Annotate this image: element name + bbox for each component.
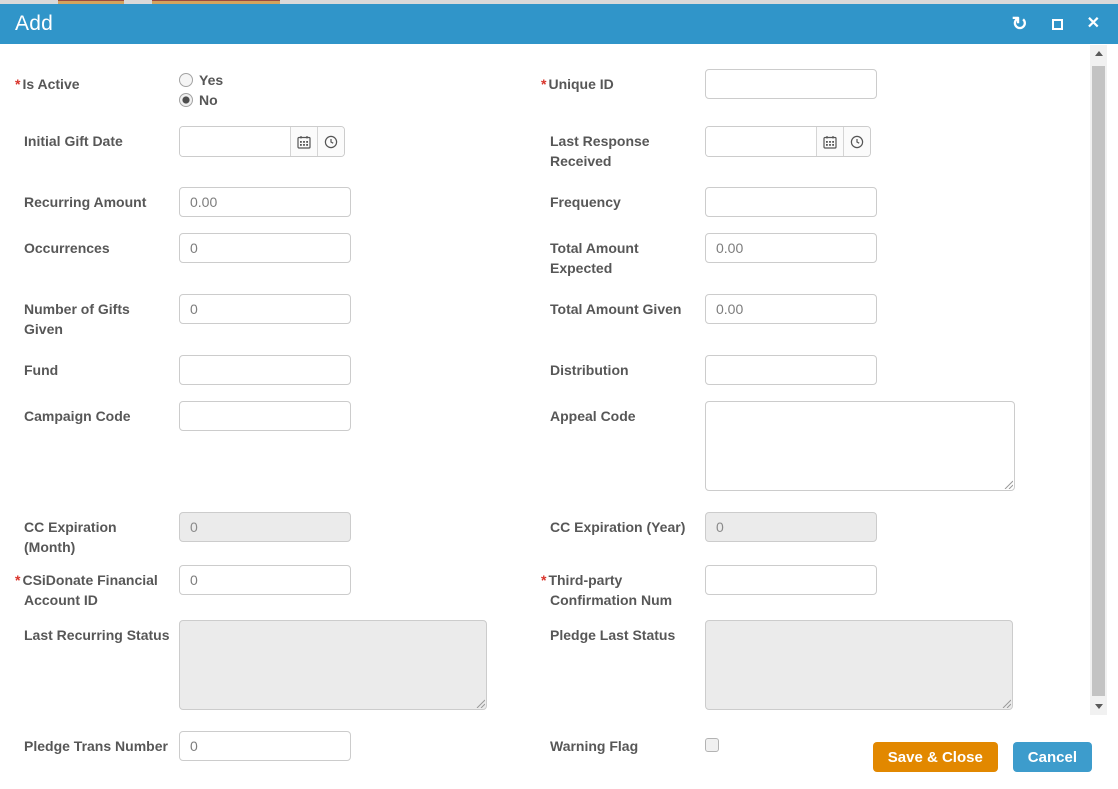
radio-label-no: No [199,92,218,108]
field-label-total-amount-given: Total Amount Given [540,294,705,319]
total-amount-given-input[interactable] [705,294,877,324]
field-label-distribution: Distribution [540,355,705,380]
close-icon[interactable]: ✕ [1087,16,1100,32]
field-label-last-recurring-status: Last Recurring Status [14,620,179,645]
initial-gift-date-group [179,126,345,157]
is-active-radio-group: Yes No [179,69,540,110]
number-of-gifts-given-input[interactable] [179,294,351,324]
clock-icon [324,135,338,149]
last-response-received-calendar-button[interactable] [816,127,843,156]
field-label-pledge-last-status: Pledge Last Status [540,620,705,645]
scrollbar-up-button[interactable] [1090,45,1107,62]
last-response-received-time-button[interactable] [843,127,870,156]
last-response-received-group [705,126,871,157]
is-active-radio-yes[interactable] [179,73,193,87]
fund-input[interactable] [179,355,351,385]
clock-icon [850,135,864,149]
modal-header: Add ↻ ✕ [0,4,1118,44]
add-form: *Is Active Yes No *Unique ID [14,44,1076,777]
vertical-scrollbar[interactable] [1090,45,1107,715]
refresh-icon[interactable]: ↻ [1012,15,1028,34]
field-label-initial-gift-date: Initial Gift Date [14,126,179,151]
field-label-number-of-gifts-given: Number of Gifts Given [14,294,179,339]
field-label-pledge-trans-number: Pledge Trans Number [14,731,179,756]
campaign-code-input[interactable] [179,401,351,431]
third-party-confirmation-num-input[interactable] [705,565,877,595]
last-response-received-input[interactable] [706,127,816,156]
distribution-input[interactable] [705,355,877,385]
required-marker: * [15,76,20,92]
warning-flag-checkbox[interactable] [705,738,719,752]
footer-actions: Save & Close Cancel [873,742,1092,772]
field-label-occurrences: Occurrences [14,233,179,258]
initial-gift-date-input[interactable] [180,127,290,156]
cc-expiration-year-input [705,512,877,542]
modal-title: Add [0,12,53,36]
appeal-code-textarea[interactable] [705,401,1015,491]
required-marker: * [541,76,546,92]
maximize-icon[interactable] [1052,19,1063,30]
field-label-unique-id: *Unique ID [540,69,705,94]
recurring-amount-input[interactable] [179,187,351,217]
scrollbar-thumb[interactable] [1092,66,1105,696]
triangle-up-icon [1095,51,1103,56]
initial-gift-date-calendar-button[interactable] [290,127,317,156]
last-recurring-status-textarea [179,620,487,710]
calendar-icon [823,135,837,149]
calendar-icon [297,135,311,149]
field-label-warning-flag: Warning Flag [540,731,705,756]
is-active-radio-no[interactable] [179,93,193,107]
save-and-close-button[interactable]: Save & Close [873,742,998,772]
occurrences-input[interactable] [179,233,351,263]
frequency-input[interactable] [705,187,877,217]
csidonate-financial-account-id-input[interactable] [179,565,351,595]
cancel-button[interactable]: Cancel [1013,742,1092,772]
field-label-last-response-received: Last Response Received [540,126,705,171]
required-marker: * [15,572,20,588]
total-amount-expected-input[interactable] [705,233,877,263]
field-label-csidonate-financial-account-id: *CSiDonate Financial Account ID [14,565,179,610]
initial-gift-date-time-button[interactable] [317,127,344,156]
radio-label-yes: Yes [199,72,223,88]
scrollbar-down-button[interactable] [1090,698,1107,715]
field-label-fund: Fund [14,355,179,380]
field-label-campaign-code: Campaign Code [14,406,179,426]
field-label-appeal-code: Appeal Code [540,401,705,426]
field-label-frequency: Frequency [540,187,705,212]
field-label-third-party-confirmation-num: *Third-party Confirmation Num [540,565,705,610]
field-label-cc-expiration-year: CC Expiration (Year) [540,512,705,537]
field-label-is-active: *Is Active [14,69,179,94]
cc-expiration-month-input [179,512,351,542]
field-label-cc-expiration-month: CC Expiration (Month) [14,512,179,557]
maximize-box-glyph [1052,19,1063,30]
window-controls: ↻ ✕ [1012,15,1100,34]
field-label-total-amount-expected: Total Amount Expected [540,233,705,278]
pledge-last-status-textarea [705,620,1013,710]
triangle-down-icon [1095,704,1103,709]
field-label-recurring-amount: Recurring Amount [14,187,179,212]
pledge-trans-number-input[interactable] [179,731,351,761]
required-marker: * [541,572,546,588]
unique-id-input[interactable] [705,69,877,99]
